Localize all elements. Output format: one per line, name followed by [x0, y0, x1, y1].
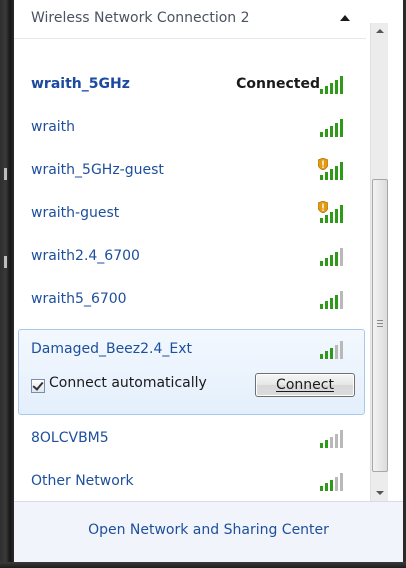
- network-item[interactable]: wraith-guest: [14, 193, 366, 235]
- network-item[interactable]: 8OLCVBM5: [14, 418, 366, 460]
- signal-bar: [320, 132, 323, 137]
- connect-automatically-label[interactable]: Connect automatically: [49, 375, 207, 391]
- signal-bar: [320, 486, 323, 491]
- signal-bar: [325, 483, 328, 491]
- caret-up-icon[interactable]: [340, 15, 350, 21]
- signal-bar: [325, 301, 328, 309]
- wifi-signal-icon: [320, 117, 346, 137]
- frame-marker: [4, 256, 7, 268]
- wifi-signal-icon: [320, 74, 346, 94]
- connect-button[interactable]: Connect: [255, 373, 355, 397]
- shield-warning-icon: [318, 158, 328, 170]
- signal-bar: [320, 354, 323, 359]
- selected-network-name: Damaged_Beez2.4_Ext: [31, 341, 193, 357]
- signal-bar: [340, 162, 343, 180]
- wifi-signal-icon: [320, 339, 346, 359]
- section-title: Wireless Network Connection 2: [31, 10, 250, 26]
- wireless-network-flyout: Wireless Network Connection 2 wraith_5GH…: [14, 0, 403, 563]
- signal-bar: [325, 440, 328, 448]
- network-name: 8OLCVBM5: [31, 430, 109, 446]
- signal-bar: [340, 473, 343, 491]
- network-name: Other Network: [31, 473, 134, 489]
- signal-bar: [325, 215, 328, 223]
- network-name: wraith5_6700: [31, 291, 127, 307]
- signal-bar: [335, 477, 338, 491]
- open-network-sharing-center-link[interactable]: Open Network and Sharing Center: [14, 522, 403, 538]
- wifi-signal-icon: [320, 246, 346, 266]
- signal-bar: [335, 123, 338, 137]
- signal-bar: [330, 298, 333, 309]
- network-flyout-screen: Wireless Network Connection 2 wraith_5GH…: [0, 0, 406, 568]
- section-header[interactable]: Wireless Network Connection 2: [14, 0, 366, 39]
- signal-bar: [320, 443, 323, 448]
- scroll-thumb[interactable]: [372, 179, 388, 472]
- signal-bar: [325, 351, 328, 359]
- wifi-signal-icon: [320, 289, 346, 309]
- network-name: wraith: [31, 119, 76, 135]
- signal-bar: [320, 89, 323, 94]
- signal-bar: [330, 348, 333, 359]
- signal-bar: [330, 169, 333, 180]
- network-name: wraith_5GHz-guest: [31, 162, 164, 178]
- wifi-signal-icon: [320, 471, 346, 491]
- signal-bar: [340, 205, 343, 223]
- signal-bar: [335, 166, 338, 180]
- network-name: wraith_5GHz: [31, 76, 130, 92]
- flyout-footer: Open Network and Sharing Center: [14, 501, 403, 563]
- signal-bar: [340, 291, 343, 309]
- signal-bar: [335, 295, 338, 309]
- frame-marker: [4, 168, 7, 180]
- signal-bar: [320, 261, 323, 266]
- network-name: wraith2.4_6700: [31, 248, 140, 264]
- signal-bar: [330, 212, 333, 223]
- signal-bar: [330, 437, 333, 448]
- window-frame-bottom: [0, 562, 406, 568]
- signal-bar: [325, 172, 328, 180]
- signal-bar: [320, 218, 323, 223]
- signal-bar: [320, 304, 323, 309]
- signal-bar: [325, 258, 328, 266]
- connection-status: Connected: [236, 76, 320, 92]
- signal-bar: [325, 86, 328, 94]
- signal-bar: [335, 434, 338, 448]
- network-item[interactable]: wraith5_6700: [14, 279, 366, 321]
- network-item[interactable]: wraith: [14, 107, 366, 149]
- signal-bar: [340, 341, 343, 359]
- scroll-down-arrow-icon[interactable]: [371, 484, 388, 501]
- signal-bar: [340, 119, 343, 137]
- thumb-grip-icon: [377, 320, 383, 327]
- network-item[interactable]: wraith_5GHz-guest: [14, 150, 366, 192]
- scroll-up-arrow-icon[interactable]: [371, 23, 388, 40]
- signal-bar: [340, 76, 343, 94]
- signal-bar: [335, 209, 338, 223]
- signal-bar: [320, 175, 323, 180]
- window-frame-left: [0, 0, 14, 568]
- selected-network-item[interactable]: Damaged_Beez2.4_Ext Connect automaticall…: [18, 329, 365, 415]
- shield-warning-icon: [318, 201, 328, 213]
- signal-bar: [330, 83, 333, 94]
- signal-bar: [340, 248, 343, 266]
- signal-bar: [335, 252, 338, 266]
- wifi-signal-icon: [320, 428, 346, 448]
- signal-bar: [340, 430, 343, 448]
- network-name: wraith-guest: [31, 205, 120, 221]
- network-item[interactable]: wraith_5GHz Connected: [14, 64, 366, 106]
- connect-automatically-checkbox[interactable]: [31, 379, 45, 393]
- signal-bar: [330, 480, 333, 491]
- signal-bar: [330, 126, 333, 137]
- signal-bar: [330, 255, 333, 266]
- vertical-scrollbar[interactable]: [370, 23, 388, 501]
- network-item[interactable]: wraith2.4_6700: [14, 236, 366, 278]
- network-list: Wireless Network Connection 2 wraith_5GH…: [14, 0, 366, 501]
- network-item[interactable]: Other Network: [14, 461, 366, 501]
- signal-bar: [335, 345, 338, 359]
- signal-bar: [325, 129, 328, 137]
- signal-bar: [335, 80, 338, 94]
